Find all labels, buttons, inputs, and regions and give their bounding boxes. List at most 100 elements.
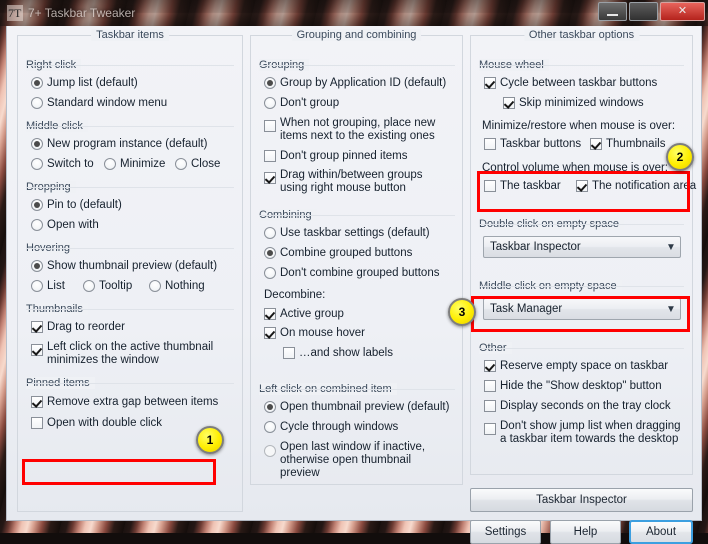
checkbox-icon [264,327,276,339]
radio-icon [104,158,116,170]
checkbox-label: Left click on the active thumbnail minim… [47,341,214,366]
radio-label: Standard window menu [47,97,168,109]
radio-icon [31,138,43,150]
radio-new-program-instance[interactable]: New program instance (default) [31,138,207,151]
checkbox-label: Reserve empty space on taskbar [500,360,669,372]
checkbox-dont-group-pinned[interactable]: Don't group pinned items [264,150,408,163]
radio-icon [175,158,187,170]
label-control-volume: Control volume when mouse is over: [482,162,668,175]
checkbox-label: Display seconds on the tray clock [500,400,671,412]
radio-icon [31,77,43,89]
taskbar-inspector-button[interactable]: Taskbar Inspector [470,488,693,512]
checkbox-on-mouse-hover[interactable]: On mouse hover [264,327,365,340]
window-controls[interactable]: ✕ [598,2,705,21]
radio-icon [264,97,276,109]
radio-label: New program instance (default) [47,138,208,150]
label-decombine: Decombine: [264,289,325,302]
radio-switch-to[interactable]: Switch to [31,158,94,171]
radio-label: Open with [47,219,99,231]
checkbox-icon [484,380,496,392]
radio-pin-to[interactable]: Pin to (default) [31,199,122,212]
checkbox-drag-to-reorder[interactable]: Drag to reorder [31,321,125,334]
checkbox-open-with-double-click[interactable]: Open with double click [31,417,162,430]
radio-close[interactable]: Close [175,158,220,171]
radio-open-last-window[interactable]: Open last window if inactive, otherwise … [264,441,456,480]
radio-icon [264,421,276,433]
combo-value: Task Manager [490,303,563,315]
radio-group-by-app-id[interactable]: Group by Application ID (default) [264,77,446,90]
chevron-down-icon[interactable]: ▼ [662,299,680,319]
combo-double-click-empty-space[interactable]: Taskbar Inspector ▼ [483,236,681,258]
checkbox-display-seconds-tray-clock[interactable]: Display seconds on the tray clock [484,400,671,413]
checkbox-dont-show-jump-list-dragging[interactable]: Don't show jump list when dragging a tas… [484,420,686,446]
radio-dont-combine-grouped-buttons[interactable]: Don't combine grouped buttons [264,267,439,280]
checkbox-label: Drag to reorder [47,321,125,333]
checkbox-minrestore-thumbnails[interactable]: Thumbnails [590,138,665,151]
checkbox-label: When not grouping, place new items next … [280,117,436,142]
radio-icon [264,227,276,239]
checkbox-volume-the-taskbar[interactable]: The taskbar [484,180,561,193]
checkbox-hide-show-desktop-button[interactable]: Hide the "Show desktop" button [484,380,662,393]
checkbox-when-not-grouping[interactable]: When not grouping, place new items next … [264,117,456,143]
radio-standard-window-menu[interactable]: Standard window menu [31,97,167,110]
checkbox-icon [283,347,295,359]
checkbox-left-click-active-thumbnail[interactable]: Left click on the active thumbnail minim… [31,341,236,367]
radio-icon [149,280,161,292]
radio-label: Pin to (default) [47,199,122,211]
checkbox-icon [503,97,515,109]
checkbox-active-group[interactable]: Active group [264,308,344,321]
checkbox-reserve-empty-space[interactable]: Reserve empty space on taskbar [484,360,668,373]
checkbox-icon [484,180,496,192]
radio-use-taskbar-settings[interactable]: Use taskbar settings (default) [264,227,430,240]
radio-open-thumbnail-preview[interactable]: Open thumbnail preview (default) [264,401,449,414]
help-button[interactable]: Help [550,520,621,544]
radio-open-with[interactable]: Open with [31,219,99,232]
checkbox-label: Skip minimized windows [519,97,644,109]
checkbox-icon [264,120,276,132]
checkbox-cycle-between-taskbar-buttons[interactable]: Cycle between taskbar buttons [484,77,657,90]
dialog-client-area: Taskbar items Right click Jump list (def… [6,26,702,544]
window-title-bar[interactable]: 7T 7+ Taskbar Tweaker ✕ [0,0,708,26]
radio-show-thumbnail-preview[interactable]: Show thumbnail preview (default) [31,260,217,273]
radio-icon [264,77,276,89]
close-button[interactable]: ✕ [660,2,705,21]
checkbox-and-show-labels[interactable]: …and show labels [283,347,393,360]
radio-combine-grouped-buttons[interactable]: Combine grouped buttons [264,247,412,260]
maximize-button[interactable] [629,2,658,21]
about-button[interactable]: About [629,520,693,544]
checkbox-icon [484,400,496,412]
checkbox-minrestore-taskbar-buttons[interactable]: Taskbar buttons [484,138,581,151]
radio-label: Don't group [280,97,340,109]
radio-jump-list[interactable]: Jump list (default) [31,77,138,90]
radio-icon [31,199,43,211]
checkbox-volume-notification-area[interactable]: The notification area [576,180,696,193]
chevron-down-icon[interactable]: ▼ [662,237,680,257]
radio-icon [264,247,276,259]
checkbox-label: The taskbar [500,180,561,192]
group-other-taskbar-options: Other taskbar options Mouse wheel Cycle … [470,29,696,475]
radio-dont-group[interactable]: Don't group [264,97,339,110]
checkbox-icon [31,417,43,429]
checkbox-drag-within-groups[interactable]: Drag within/between groups using right m… [264,169,456,195]
checkbox-label: Don't show jump list when dragging a tas… [500,420,681,445]
settings-button[interactable]: Settings [470,520,541,544]
checkbox-label: Open with double click [47,417,163,429]
checkbox-remove-extra-gap[interactable]: Remove extra gap between items [31,396,218,409]
minimize-restore-label-text: Minimize/restore when mouse is over: [482,120,676,132]
radio-nothing[interactable]: Nothing [149,280,205,293]
minimize-button[interactable] [598,2,627,21]
radio-minimize[interactable]: Minimize [104,158,165,171]
radio-list[interactable]: List [31,280,65,293]
checkbox-label: On mouse hover [280,327,366,339]
radio-tooltip[interactable]: Tooltip [83,280,132,293]
radio-cycle-through-windows[interactable]: Cycle through windows [264,421,398,434]
combo-middle-click-empty-space[interactable]: Task Manager ▼ [483,298,681,320]
checkbox-label: Hide the "Show desktop" button [500,380,662,392]
radio-icon [31,280,43,292]
radio-icon [83,280,95,292]
checkbox-label: Taskbar buttons [500,138,582,150]
checkbox-skip-minimized-windows[interactable]: Skip minimized windows [503,97,644,110]
radio-label: Cycle through windows [280,421,399,433]
checkbox-label: Don't group pinned items [280,150,408,162]
checkbox-label: Thumbnails [606,138,666,150]
